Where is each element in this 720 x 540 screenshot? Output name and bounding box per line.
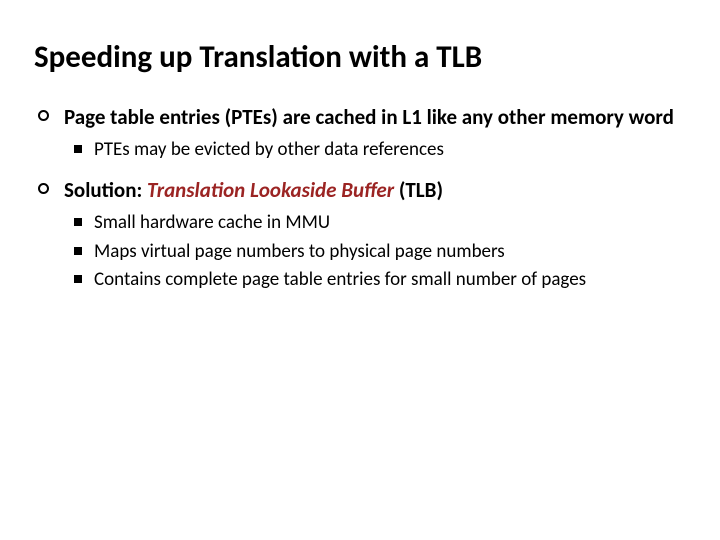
bullet-item-1: Page table entries (PTEs) are cached in … bbox=[36, 104, 686, 163]
bullet-item-2: Solution: Translation Lookaside Buffer (… bbox=[36, 177, 686, 293]
slide-title: Speeding up Translation with a TLB bbox=[34, 40, 686, 76]
sub-bullet-item: Small hardware cache in MMU bbox=[72, 211, 686, 236]
sub-bullet-list: Small hardware cache in MMU Maps virtual… bbox=[72, 211, 686, 293]
slide: Speeding up Translation with a TLB Page … bbox=[0, 0, 720, 540]
bullet-text: Page table entries (PTEs) are cached in … bbox=[64, 104, 674, 130]
bullet-suffix: (TLB) bbox=[394, 177, 443, 203]
sub-bullet-list: PTEs may be evicted by other data refere… bbox=[72, 138, 686, 163]
bullet-prefix: Solution: bbox=[64, 177, 147, 203]
bullet-emphasis: Translation Lookaside Buffer bbox=[147, 177, 394, 203]
sub-bullet-item: Contains complete page table entries for… bbox=[72, 268, 686, 293]
bullet-list: Page table entries (PTEs) are cached in … bbox=[34, 104, 686, 293]
sub-bullet-item: Maps virtual page numbers to physical pa… bbox=[72, 240, 686, 265]
sub-bullet-item: PTEs may be evicted by other data refere… bbox=[72, 138, 686, 163]
